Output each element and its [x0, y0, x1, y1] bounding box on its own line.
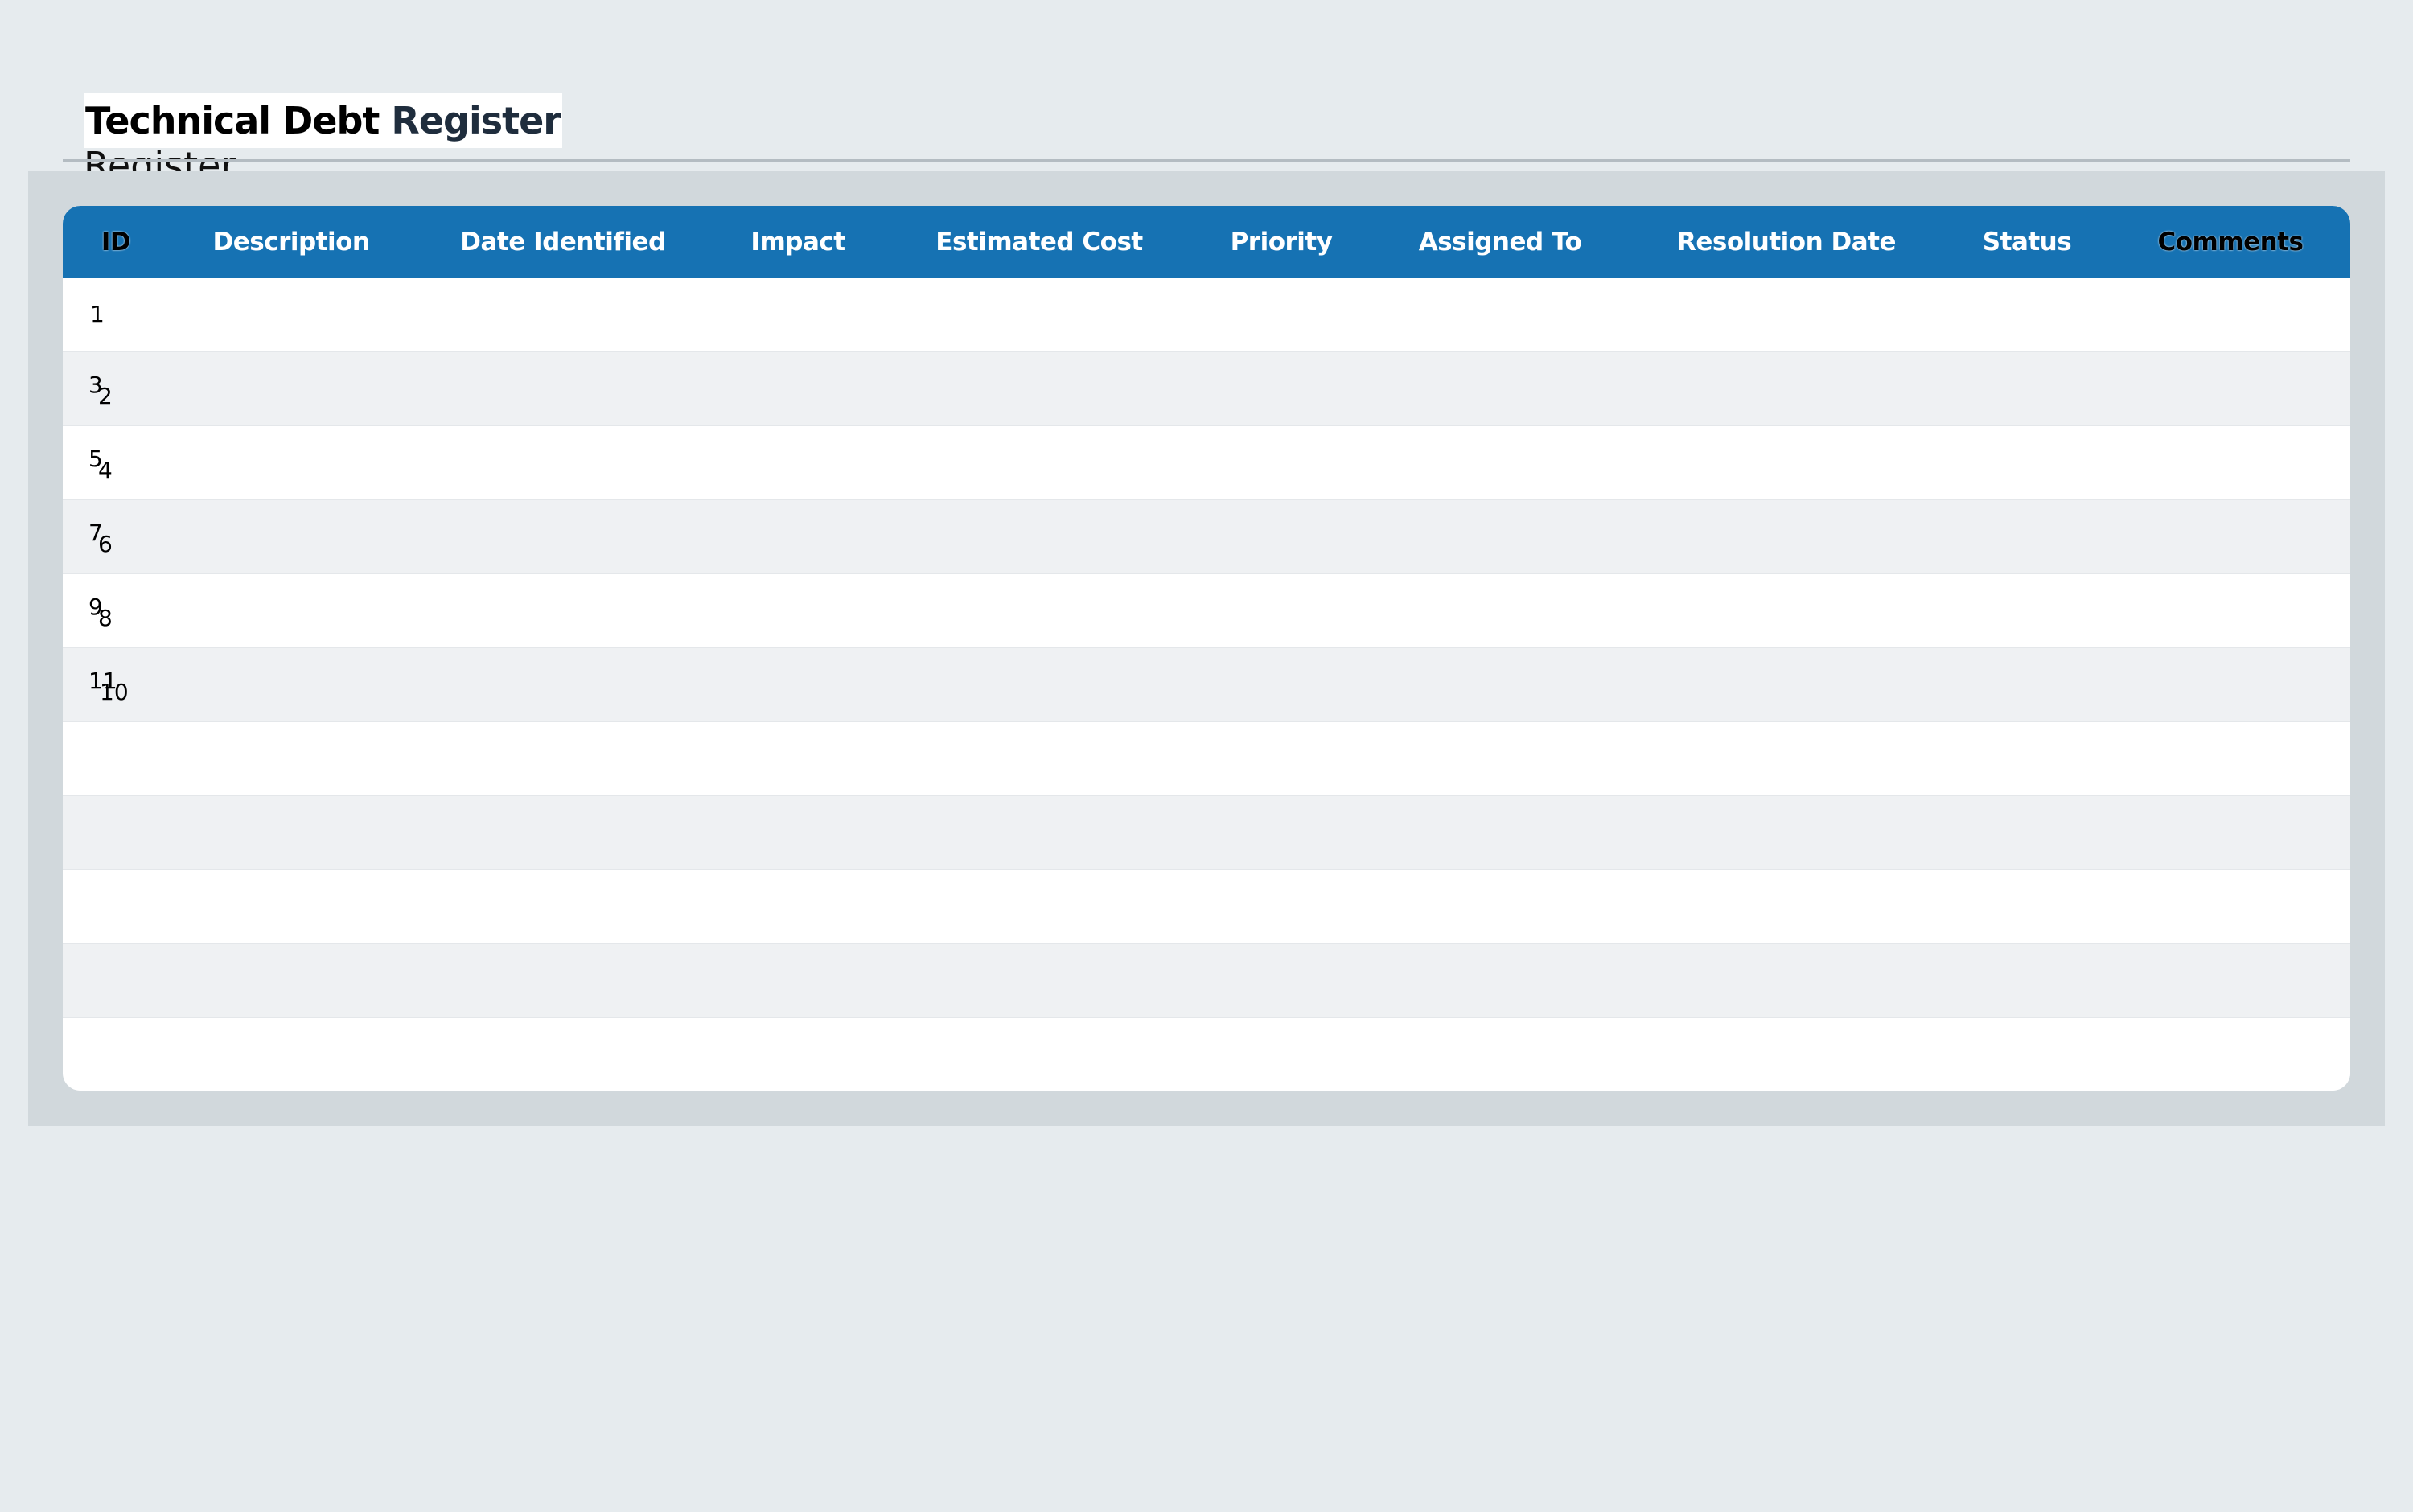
table-row[interactable]: 5 4 [63, 426, 2350, 500]
table-row[interactable] [63, 944, 2350, 1018]
table-row[interactable] [63, 796, 2350, 870]
column-header-resolution-date[interactable]: Resolution Date [1677, 206, 1896, 278]
row-id-overlap: 6 [98, 531, 113, 557]
table-row[interactable]: 7 6 [63, 500, 2350, 574]
column-header-date-identified[interactable]: Date Identified [460, 206, 666, 278]
table-row[interactable]: 1 [63, 278, 2350, 352]
column-header-estimated-cost[interactable]: Estimated Cost [935, 206, 1143, 278]
column-header-comments[interactable]: Comments [2157, 206, 2304, 278]
column-header-description[interactable]: Description [212, 206, 370, 278]
page: Technical Debt Register Register ID Desc… [0, 0, 2413, 1512]
table-header: ID Description Date Identified Impact Es… [63, 206, 2350, 278]
table-row[interactable] [63, 1018, 2350, 1091]
row-id: 1 [90, 301, 105, 327]
table-row[interactable]: 11 10 [63, 648, 2350, 722]
table-row[interactable]: 3 2 [63, 352, 2350, 426]
row-id-overlap: 2 [98, 383, 113, 409]
column-header-id[interactable]: ID [101, 206, 131, 278]
column-header-impact[interactable]: Impact [750, 206, 845, 278]
page-title: Technical Debt Register Register [84, 93, 562, 187]
page-title-accent: Register [391, 99, 561, 142]
column-header-assigned-to[interactable]: Assigned To [1419, 206, 1582, 278]
column-header-status[interactable]: Status [1983, 206, 2072, 278]
column-header-priority[interactable]: Priority [1231, 206, 1333, 278]
row-id-overlap: 10 [100, 679, 129, 705]
table-row[interactable] [63, 870, 2350, 944]
table-row[interactable] [63, 722, 2350, 796]
row-id-overlap: 8 [98, 605, 113, 631]
debt-table: ID Description Date Identified Impact Es… [63, 206, 2350, 1091]
title-divider [63, 159, 2350, 162]
table-row[interactable]: 9 8 [63, 574, 2350, 648]
page-title-bold: Technical Debt [85, 99, 380, 142]
row-id-overlap: 4 [98, 457, 113, 483]
